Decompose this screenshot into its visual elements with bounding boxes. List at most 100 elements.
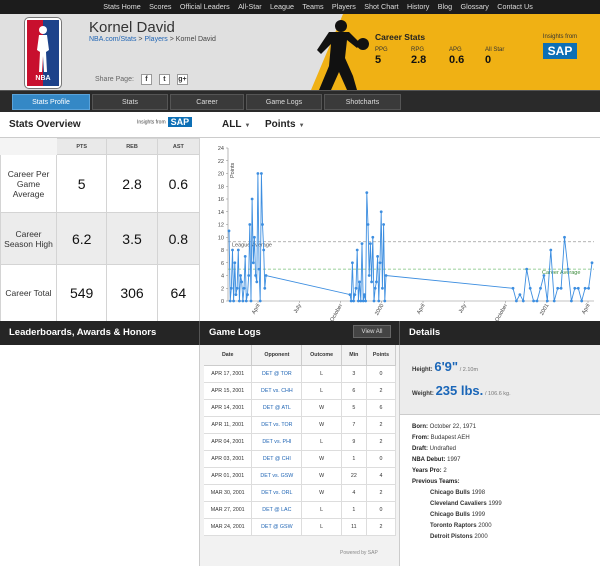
previous-team: Chicago Bulls 1998 (430, 488, 502, 499)
nav-link-players[interactable]: Players (328, 0, 360, 14)
game-opponent[interactable]: DET vs. TOR (251, 416, 303, 434)
game-minutes: 3 (341, 365, 367, 383)
data-point (244, 299, 248, 303)
stat-filter-dropdown[interactable]: Points ▼ (265, 119, 305, 130)
team-name[interactable]: Cleveland Cavaliers (430, 501, 487, 507)
nav-link-teams[interactable]: Teams (298, 0, 328, 14)
data-point (384, 274, 388, 277)
details-heading: Details (399, 321, 600, 345)
data-point (348, 293, 352, 296)
data-point (251, 261, 255, 265)
team-name[interactable]: Toronto Raptors (430, 523, 477, 529)
team-name[interactable]: Chicago Bulls (430, 512, 470, 518)
tab-career[interactable]: Career (170, 94, 244, 110)
height-value: 6'9" (434, 359, 459, 374)
column-header[interactable]: Outcome (301, 345, 342, 366)
game-opponent[interactable]: DET vs. GSW (251, 467, 303, 485)
tab-shotcharts[interactable]: Shotcharts (324, 94, 401, 110)
details-panel: Height: 6'9" / 2.10m Weight: 235 lbs. / … (399, 345, 600, 566)
column-header[interactable]: PTS (55, 138, 108, 155)
data-point (353, 293, 357, 296)
overview-insights: Insights from SAP (137, 117, 193, 127)
table-row[interactable]: MAR 30, 2001 DET vs. ORL W 4 2 (204, 484, 397, 502)
game-outcome: L (301, 501, 342, 519)
game-opponent[interactable]: DET vs. ORL (251, 484, 303, 502)
share-label: Share Page: (95, 76, 134, 83)
x-tick-label: July (293, 303, 303, 315)
data-point (363, 293, 366, 296)
table-row: Career Per Game Average 5 2.8 0.6 (0, 154, 201, 213)
game-points: 0 (366, 365, 397, 383)
data-point (583, 286, 587, 290)
weight-metric: / 106.6 kg. (484, 391, 511, 397)
game-date: APR 17, 2001 (204, 365, 253, 383)
game-opponent[interactable]: DET vs. CHH (251, 382, 303, 400)
game-opponent[interactable]: DET @ CHI (251, 450, 303, 468)
column-header[interactable]: Date (204, 345, 253, 366)
nav-link-scores[interactable]: Scores (145, 0, 176, 14)
table-row[interactable]: APR 15, 2001 DET vs. CHH L 6 2 (204, 382, 397, 400)
facebook-icon[interactable]: f (140, 74, 152, 85)
season-filter-dropdown[interactable]: ALL ▼ (222, 119, 250, 130)
nba-logo[interactable]: NBA (25, 18, 61, 88)
tab-game-logs[interactable]: Game Logs (246, 94, 322, 110)
team-name[interactable]: Detroit Pistons (430, 534, 473, 540)
table-corner (0, 138, 57, 155)
breadcrumb-link-players[interactable]: Players (144, 36, 167, 43)
nav-link-official-leaders[interactable]: Official Leaders (176, 0, 234, 14)
game-opponent[interactable]: DET vs. PHI (251, 433, 303, 451)
tab-stats[interactable]: Stats (92, 94, 168, 110)
nav-link-contact-us[interactable]: Contact Us (493, 0, 537, 14)
table-row[interactable]: APR 17, 2001 DET @ TOR L 3 0 (204, 365, 397, 383)
game-opponent[interactable]: DET @ GSW (251, 518, 303, 536)
stat-value: 0.6 (449, 54, 465, 66)
stat-apg: APG 0.6 (449, 47, 464, 66)
breadcrumb-link-stats[interactable]: NBA.com/Stats (89, 36, 136, 43)
table-row[interactable]: APR 04, 2001 DET vs. PHI L 9 2 (204, 433, 397, 451)
data-point (355, 248, 359, 252)
google-plus-icon[interactable]: g+ (176, 74, 188, 85)
game-points: 2 (366, 416, 397, 434)
previous-team: Detroit Pistons 2000 (430, 532, 502, 543)
column-header[interactable]: Min (341, 345, 367, 366)
nav-link-glossary[interactable]: Glossary (456, 0, 493, 14)
team-year: 1999 (488, 501, 502, 507)
table-row[interactable]: MAR 27, 2001 DET @ LAC L 1 0 (204, 501, 397, 519)
data-point (247, 274, 251, 277)
tab-stats-profile[interactable]: Stats Profile (12, 94, 90, 110)
data-point (573, 286, 577, 290)
nav-link-blog[interactable]: Blog (434, 0, 457, 14)
column-header[interactable]: AST (156, 138, 201, 155)
view-all-button[interactable]: View All (353, 325, 391, 338)
nav-link-stats-home[interactable]: Stats Home (99, 0, 145, 14)
game-opponent[interactable]: DET @ TOR (251, 365, 303, 383)
sap-logo[interactable]: SAP (167, 117, 193, 127)
table-row[interactable]: APR 01, 2001 DET vs. GSW W 22 4 (204, 467, 397, 485)
game-opponent[interactable]: DET @ ATL (251, 399, 303, 417)
table-row[interactable]: APR 14, 2001 DET @ ATL W 5 6 (204, 399, 397, 417)
column-header[interactable]: Opponent (251, 345, 303, 366)
row-label: Career Season High (0, 212, 57, 265)
game-minutes: 4 (341, 484, 367, 502)
data-point (382, 223, 385, 226)
data-point (236, 248, 240, 252)
nav-link-history[interactable]: History (403, 0, 434, 14)
twitter-icon[interactable]: t (158, 74, 170, 85)
y-tick-label: 18 (218, 184, 224, 190)
nav-link-shot-chart[interactable]: Shot Chart (360, 0, 403, 14)
data-point (372, 299, 376, 303)
team-name[interactable]: Chicago Bulls (430, 490, 470, 496)
nav-link-league[interactable]: League (266, 0, 298, 14)
column-header[interactable]: Points (366, 345, 397, 366)
data-point (590, 261, 594, 265)
insights-label: Insights from (542, 34, 578, 40)
table-row[interactable]: APR 11, 2001 DET vs. TOR W 7 2 (204, 416, 397, 434)
data-point (549, 248, 553, 252)
game-date: APR 15, 2001 (204, 382, 253, 400)
sap-logo[interactable]: SAP (542, 43, 578, 59)
column-header[interactable]: REB (106, 138, 158, 155)
table-row[interactable]: MAR 24, 2001 DET @ GSW L 11 2 (204, 518, 397, 536)
nav-link-all-star[interactable]: All-Star (234, 0, 266, 14)
table-row[interactable]: APR 03, 2001 DET @ CHI W 1 0 (204, 450, 397, 468)
game-opponent[interactable]: DET @ LAC (251, 501, 303, 519)
